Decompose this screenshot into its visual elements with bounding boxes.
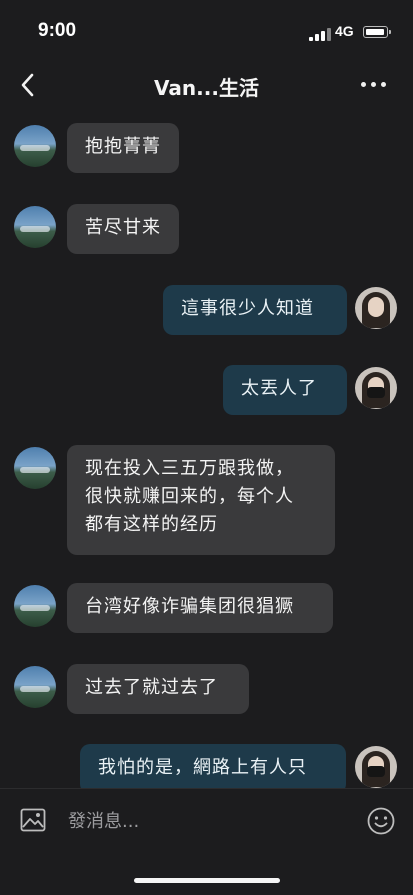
contact-avatar[interactable] (14, 666, 56, 708)
message-incoming: 苦尽甘来 (0, 204, 413, 256)
cellular-signal-icon (309, 28, 331, 41)
battery-icon (363, 26, 391, 38)
chat-screen: 9:00 4G Van...生活 抱抱菁菁 苦尽甘来 這事很少人知道 太丟人了 … (0, 0, 413, 895)
message-bubble[interactable]: 這事很少人知道 (163, 285, 347, 335)
user-avatar[interactable] (355, 746, 397, 788)
user-avatar[interactable] (355, 367, 397, 409)
message-outgoing: 太丟人了 (0, 365, 413, 419)
image-icon (20, 808, 46, 832)
chat-title: Van...生活 (154, 76, 259, 100)
contact-avatar[interactable] (14, 206, 56, 248)
image-button[interactable] (20, 808, 46, 832)
network-type: 4G (335, 23, 354, 39)
message-outgoing: 我怕的是，網路上有人只 (0, 744, 413, 788)
message-outgoing: 這事很少人知道 (0, 285, 413, 339)
emoji-button[interactable] (366, 806, 396, 836)
message-incoming: 抱抱菁菁 (0, 123, 413, 175)
message-incoming: 台湾好像诈骗集团很猖獗 (0, 583, 413, 635)
message-incoming: 过去了就过去了 (0, 664, 413, 716)
status-time: 9:00 (38, 20, 77, 41)
message-input[interactable] (66, 801, 360, 841)
message-list[interactable]: 抱抱菁菁 苦尽甘来 這事很少人知道 太丟人了 现在投入三五万跟我做， 很快就赚回… (0, 110, 413, 788)
message-bubble[interactable]: 抱抱菁菁 (67, 123, 179, 173)
contact-avatar[interactable] (14, 585, 56, 627)
status-bar: 9:00 4G (0, 0, 413, 60)
input-bar (0, 788, 413, 853)
home-indicator[interactable] (134, 878, 280, 883)
more-options-button[interactable] (359, 74, 389, 94)
ellipsis-icon (361, 82, 366, 87)
nav-bar: Van...生活 (0, 60, 413, 110)
message-bubble[interactable]: 台湾好像诈骗集团很猖獗 (67, 583, 333, 633)
contact-avatar[interactable] (14, 125, 56, 167)
message-bubble[interactable]: 苦尽甘来 (67, 204, 179, 254)
user-avatar[interactable] (355, 287, 397, 329)
contact-avatar[interactable] (14, 447, 56, 489)
smiley-icon (367, 807, 395, 835)
message-incoming: 现在投入三五万跟我做， 很快就赚回来的，每个人 都有这样的经历 (0, 445, 413, 557)
message-bubble[interactable]: 我怕的是，網路上有人只 (80, 744, 346, 788)
message-bubble[interactable]: 过去了就过去了 (67, 664, 249, 714)
message-bubble[interactable]: 太丟人了 (223, 365, 347, 415)
message-bubble[interactable]: 现在投入三五万跟我做， 很快就赚回来的，每个人 都有这样的经历 (67, 445, 335, 555)
